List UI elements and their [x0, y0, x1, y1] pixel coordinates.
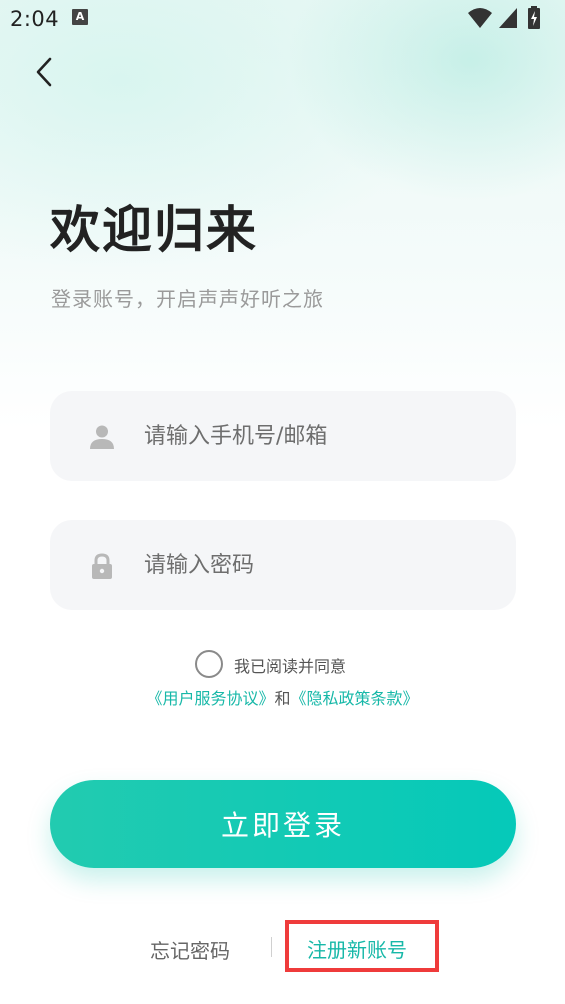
account-field[interactable]	[50, 391, 516, 481]
wifi-icon	[468, 8, 492, 28]
agreement-checkbox[interactable]	[195, 650, 223, 678]
forgot-password-link[interactable]: 忘记密码	[150, 935, 230, 964]
login-button-label: 立即登录	[220, 809, 345, 842]
policy-links: 《用户服务协议》和《隐私政策条款》	[0, 685, 565, 709]
lock-icon	[92, 553, 112, 579]
link-divider	[271, 937, 272, 957]
register-link[interactable]: 注册新账号	[307, 934, 407, 963]
status-icons	[465, 6, 555, 30]
agreement-text: 我已阅读并同意	[234, 657, 347, 676]
status-time: 2:04	[10, 7, 60, 31]
agreement-row: 我已阅读并同意	[0, 648, 565, 680]
password-field[interactable]	[50, 520, 516, 610]
user-icon	[90, 425, 114, 449]
page-title: 欢迎归来	[50, 201, 258, 259]
policy-conjunction: 和	[274, 689, 291, 708]
login-button[interactable]: 立即登录	[50, 780, 516, 868]
password-input[interactable]	[144, 520, 484, 610]
privacy-policy-link[interactable]: 《隐私政策条款》	[291, 689, 419, 708]
notification-icon: A	[72, 9, 88, 25]
battery-icon	[528, 6, 540, 29]
account-input[interactable]	[144, 391, 484, 481]
cellular-signal-icon	[499, 8, 517, 28]
user-agreement-link[interactable]: 《用户服务协议》	[146, 689, 274, 708]
status-bar: 2:04 A	[0, 0, 565, 38]
page-subtitle: 登录账号，开启声声好听之旅	[51, 287, 324, 311]
back-button[interactable]	[24, 52, 64, 92]
chevron-left-icon	[36, 57, 52, 87]
